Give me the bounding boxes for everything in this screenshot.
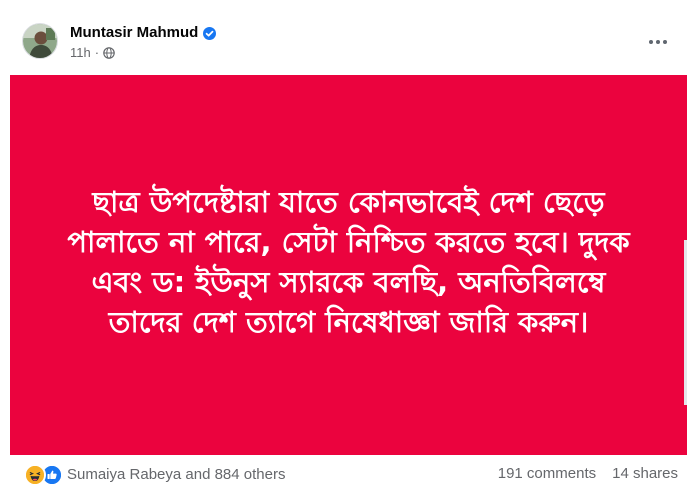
reaction-names[interactable]: Sumaiya Rabeya and 884 others	[67, 466, 285, 484]
text-background-post: ছাত্র উপদেষ্টারা যাতে কোনভাবেই দেশ ছেড়ে…	[10, 75, 687, 455]
reactions-summary[interactable]: Sumaiya Rabeya and 884 others	[24, 464, 285, 486]
shares-count[interactable]: 14 shares	[612, 465, 678, 483]
more-options-icon-dot	[656, 40, 660, 44]
post-header: Muntasir Mahmud 11h ·	[0, 0, 687, 75]
more-options-icon-dot	[663, 40, 667, 44]
post-engagement-bar: Sumaiya Rabeya and 884 others 191 commen…	[0, 455, 687, 489]
facebook-post: Muntasir Mahmud 11h · ছাত্র উপদেষ্টারা য…	[0, 0, 687, 489]
post-time[interactable]: 11h	[70, 45, 91, 60]
comments-count[interactable]: 191 comments	[498, 465, 596, 483]
avatar[interactable]	[22, 23, 58, 59]
avatar-photo	[23, 24, 57, 58]
post-meta: 11h ·	[70, 45, 115, 60]
author-row: Muntasir Mahmud	[70, 24, 217, 42]
haha-reaction-icon	[24, 464, 46, 486]
post-text: ছাত্র উপদেষ্টারা যাতে কোনভাবেই দেশ ছেড়ে…	[67, 185, 630, 339]
more-options-button[interactable]	[640, 24, 676, 60]
globe-icon	[103, 46, 115, 59]
author-name[interactable]: Muntasir Mahmud	[70, 24, 198, 42]
verified-badge-icon	[203, 26, 217, 40]
more-options-icon	[649, 40, 653, 44]
engagement-counts: 191 comments 14 shares	[498, 465, 678, 483]
meta-separator: ·	[94, 45, 100, 60]
